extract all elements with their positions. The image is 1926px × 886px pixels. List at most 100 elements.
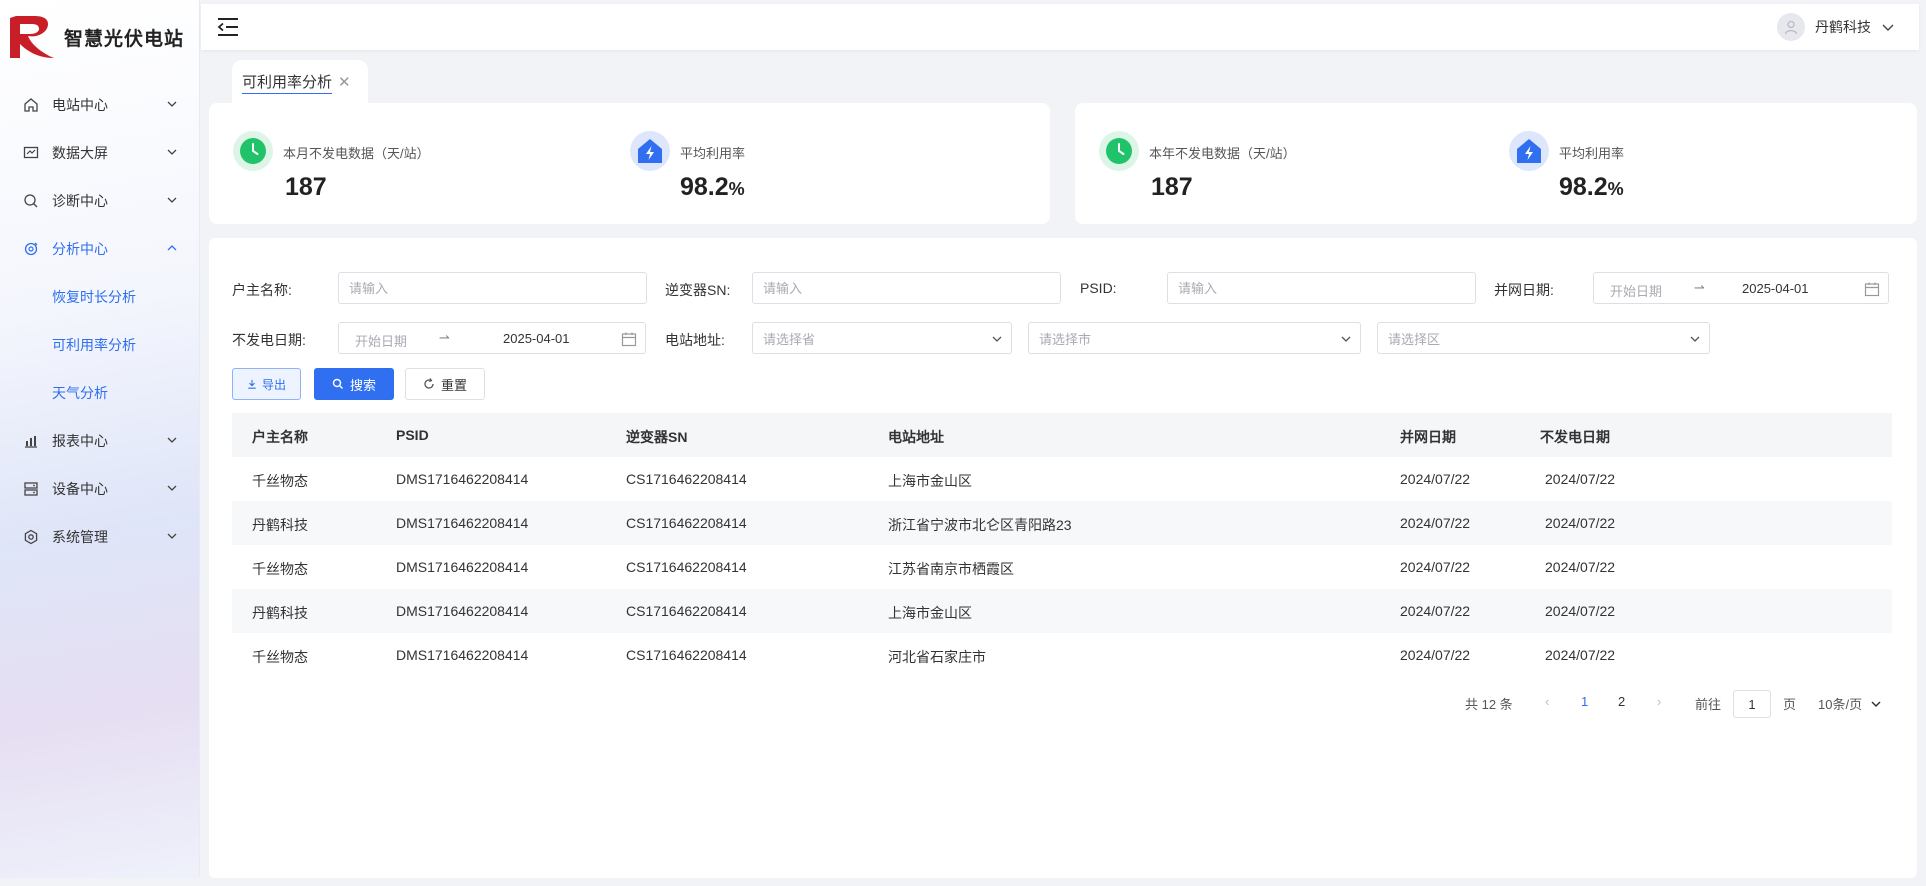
bar-chart-icon [22, 432, 40, 450]
address-label: 电站地址: [665, 332, 725, 348]
grid-date-range-picker[interactable]: 开始日期 ⇀ 2025-04-01 [1593, 272, 1889, 304]
date-end-value: 2025-04-01 [503, 331, 570, 346]
pagination-total: 共 12 条 [1465, 697, 1513, 712]
cell-grid-date: 2024/07/22 [1400, 471, 1471, 487]
sidebar-menu: 电站中心 数据大屏 诊断中心 分析中心 恢复时长分析 可利用率分析 天气分析 报… [0, 81, 200, 561]
sidebar-item-label: 诊断中心 [52, 193, 108, 209]
submenu-item-recovery-duration[interactable]: 恢复时长分析 [0, 273, 200, 321]
stat-label: 本年不发电数据（天/站） [1149, 146, 1296, 161]
no-power-date-label: 不发电日期: [232, 332, 306, 348]
search-button[interactable]: 搜索 [314, 368, 394, 400]
column-header-psid: PSID [396, 427, 429, 443]
user-icon [1784, 20, 1798, 35]
sidebar-item-analysis-center[interactable]: 分析中心 [0, 225, 200, 273]
user-menu[interactable]: 丹鹤科技 [1777, 13, 1895, 41]
stat-label: 本月不发电数据（天/站） [283, 146, 430, 161]
cell-owner: 千丝物态 [252, 561, 308, 577]
cell-inverter-sn: CS1716462208414 [626, 647, 747, 663]
chevron-down-icon [1341, 336, 1351, 342]
grid-date-label: 并网日期: [1494, 282, 1554, 298]
refresh-icon [424, 378, 434, 389]
province-select[interactable]: 请选择省 [752, 322, 1012, 354]
cell-owner: 千丝物态 [252, 649, 308, 665]
owner-label: 户主名称: [232, 282, 292, 298]
district-select[interactable]: 请选择区 [1377, 322, 1710, 354]
cell-inverter-sn: CS1716462208414 [626, 603, 747, 619]
menu-collapse-icon[interactable] [216, 16, 240, 38]
submenu-item-weather-analysis[interactable]: 天气分析 [0, 369, 200, 417]
owner-input[interactable] [338, 272, 647, 304]
pagination-page-2[interactable]: 2 [1618, 694, 1625, 709]
pagination-goto-label: 前往 [1695, 697, 1722, 712]
page-size-select[interactable]: 10条/页 [1818, 694, 1882, 713]
chevron-up-icon [167, 245, 177, 251]
pagination-prev-button[interactable]: ‹ [1545, 694, 1549, 709]
sidebar-item-system-management[interactable]: 系统管理 [0, 513, 200, 561]
table-row[interactable]: 丹鹤科技 DMS1716462208414 CS1716462208414 浙江… [232, 501, 1892, 545]
tab-label: 可利用率分析 [242, 71, 333, 94]
pagination-next-button[interactable]: › [1657, 694, 1661, 709]
submenu-item-availability-analysis[interactable]: 可利用率分析 [0, 321, 200, 369]
table-row[interactable]: 千丝物态 DMS1716462208414 CS1716462208414 上海… [232, 457, 1892, 501]
city-select[interactable]: 请选择市 [1028, 322, 1361, 354]
no-power-date-range-picker[interactable]: 开始日期 ⇀ 2025-04-01 [338, 322, 646, 354]
sidebar-item-station-center[interactable]: 电站中心 [0, 81, 200, 129]
chevron-down-icon [167, 437, 177, 443]
cell-psid: DMS1716462208414 [396, 647, 529, 663]
analysis-icon [22, 240, 40, 258]
stat-card-month: 本月不发电数据（天/站） 187 平均利用率 98.2% [209, 103, 1050, 224]
select-placeholder: 请选择区 [1388, 331, 1441, 347]
sidebar-item-report-center[interactable]: 报表中心 [0, 417, 200, 465]
sidebar-item-diagnosis-center[interactable]: 诊断中心 [0, 177, 200, 225]
home-icon [22, 96, 40, 114]
chevron-down-icon [167, 149, 177, 155]
cell-grid-date: 2024/07/22 [1400, 647, 1471, 663]
psid-input[interactable] [1167, 272, 1476, 304]
select-placeholder: 请选择市 [1039, 331, 1092, 347]
sidebar-item-label: 分析中心 [52, 241, 108, 257]
column-header-owner: 户主名称 [252, 429, 308, 445]
close-icon[interactable]: ✕ [338, 73, 351, 91]
sidebar-item-data-screen[interactable]: 数据大屏 [0, 129, 200, 177]
stat-value: 98.2% [680, 173, 745, 202]
submenu-item-label: 可利用率分析 [52, 337, 136, 353]
top-header: 丹鹤科技 [201, 4, 1919, 50]
column-header-inverter-sn: 逆变器SN [626, 429, 688, 445]
sidebar-item-label: 设备中心 [52, 481, 108, 497]
inverter-sn-input[interactable] [752, 272, 1061, 304]
stat-value: 187 [285, 173, 327, 201]
reset-button-label: 重置 [440, 377, 467, 393]
download-icon [248, 379, 256, 389]
avatar [1777, 13, 1805, 41]
tab-availability-analysis[interactable]: 可利用率分析 ✕ [232, 60, 368, 104]
pagination-page-1[interactable]: 1 [1581, 694, 1588, 709]
stat-value-number: 98.2 [1559, 173, 1608, 201]
inverter-sn-label: 逆变器SN: [665, 282, 731, 298]
stat-value-number: 98.2 [680, 173, 729, 201]
table-row[interactable]: 千丝物态 DMS1716462208414 CS1716462208414 江苏… [232, 545, 1892, 589]
chevron-down-icon [992, 336, 1002, 342]
pagination-goto-input[interactable] [1733, 690, 1771, 718]
app-title: 智慧光伏电站 [64, 28, 185, 50]
submenu-item-label: 恢复时长分析 [52, 289, 136, 305]
magnifier-icon [22, 192, 40, 210]
lightning-house-icon [1509, 131, 1549, 171]
cell-grid-date: 2024/07/22 [1400, 603, 1471, 619]
reset-button[interactable]: 重置 [405, 368, 485, 400]
sidebar-item-device-center[interactable]: 设备中心 [0, 465, 200, 513]
cell-no-power-date: 2024/07/22 [1545, 603, 1616, 619]
chevron-down-icon [1690, 336, 1700, 342]
cell-address: 浙江省宁波市北仑区青阳路23 [888, 517, 1072, 533]
stat-card-year: 本年不发电数据（天/站） 187 平均利用率 98.2% [1075, 103, 1917, 224]
stat-unit: % [1607, 179, 1624, 199]
chevron-down-icon [1882, 24, 1894, 31]
table-row[interactable]: 丹鹤科技 DMS1716462208414 CS1716462208414 上海… [232, 589, 1892, 633]
cell-psid: DMS1716462208414 [396, 515, 529, 531]
table-row[interactable]: 千丝物态 DMS1716462208414 CS1716462208414 河北… [232, 633, 1892, 677]
export-button[interactable]: 导出 [232, 368, 301, 400]
cell-psid: DMS1716462208414 [396, 471, 529, 487]
cell-address: 河北省石家庄市 [888, 649, 986, 665]
cell-address: 上海市金山区 [888, 473, 972, 489]
cell-no-power-date: 2024/07/22 [1545, 647, 1616, 663]
chevron-down-icon [167, 197, 177, 203]
